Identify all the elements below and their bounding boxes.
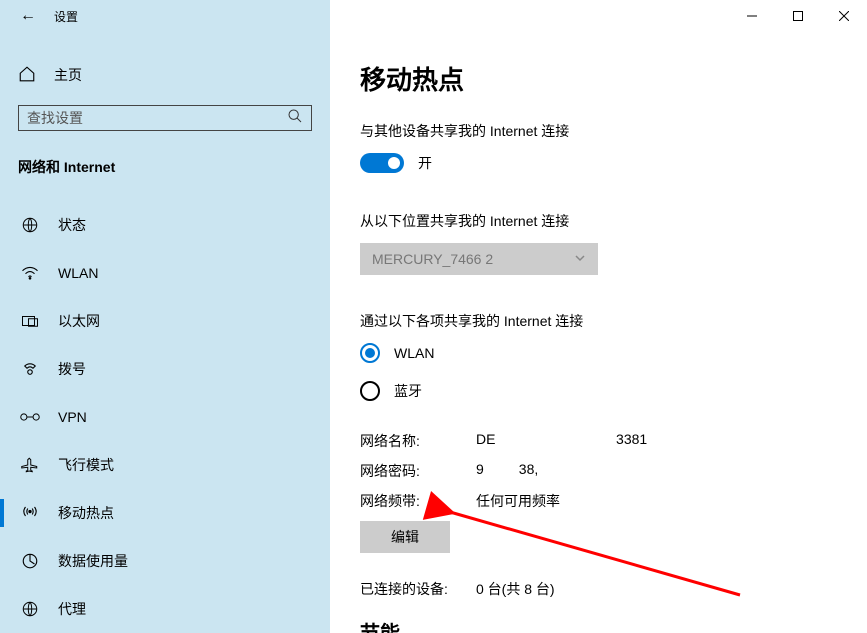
sidebar-item-label: 移动热点 xyxy=(58,503,114,523)
status-icon xyxy=(20,216,40,234)
search-icon xyxy=(287,108,303,127)
sidebar-item-label: 代理 xyxy=(58,599,86,619)
maximize-button[interactable] xyxy=(775,0,821,32)
airplane-icon xyxy=(20,456,40,474)
dialup-icon xyxy=(20,362,40,376)
sidebar-item-data[interactable]: 数据使用量 xyxy=(18,537,312,585)
search-box[interactable] xyxy=(18,105,312,131)
radio-option-wlan[interactable]: WLAN xyxy=(360,343,837,363)
via-label: 通过以下各项共享我的 Internet 连接 xyxy=(360,311,837,331)
home-icon xyxy=(18,65,36,86)
sidebar-item-label: 以太网 xyxy=(58,311,100,331)
from-label: 从以下位置共享我的 Internet 连接 xyxy=(360,211,837,231)
from-select[interactable]: MERCURY_7466 2 xyxy=(360,243,598,275)
radio-icon xyxy=(360,343,380,363)
content: 移动热点 与其他设备共享我的 Internet 连接 开 从以下位置共享我的 I… xyxy=(330,32,867,633)
info-row-password: 网络密码: 9 38, xyxy=(360,461,837,481)
window-title: 设置 xyxy=(54,8,78,25)
sidebar-item-status[interactable]: 状态 xyxy=(18,201,312,249)
page-title: 移动热点 xyxy=(360,60,837,97)
sidebar-item-wlan[interactable]: WLAN xyxy=(18,249,312,297)
radio-icon xyxy=(360,381,380,401)
ethernet-icon xyxy=(20,314,40,328)
nav: 状态 WLAN 以太网 拨号 VPN xyxy=(18,201,312,633)
section-title: 网络和 Internet xyxy=(18,157,312,177)
radio-label: 蓝牙 xyxy=(394,381,422,401)
toggle-state: 开 xyxy=(418,153,432,173)
sidebar-item-label: 拨号 xyxy=(58,359,86,379)
search-input[interactable] xyxy=(27,110,287,126)
home-row[interactable]: 主页 xyxy=(18,58,312,93)
sidebar-item-ethernet[interactable]: 以太网 xyxy=(18,297,312,345)
info-row-connected: 已连接的设备: 0 台(共 8 台) xyxy=(360,579,837,599)
share-label: 与其他设备共享我的 Internet 连接 xyxy=(360,121,837,141)
close-button[interactable] xyxy=(821,0,867,32)
radio-label: WLAN xyxy=(394,345,434,361)
data-icon xyxy=(20,552,40,570)
sidebar-item-airplane[interactable]: 飞行模式 xyxy=(18,441,312,489)
section-power: 节能 xyxy=(360,617,837,633)
info-row-name: 网络名称: DE 3381 xyxy=(360,431,837,451)
home-label: 主页 xyxy=(54,65,82,85)
sidebar-item-label: 状态 xyxy=(58,215,86,235)
minimize-button[interactable] xyxy=(729,0,775,32)
wifi-icon xyxy=(20,266,40,280)
hotspot-icon xyxy=(20,504,40,522)
sidebar: 主页 网络和 Internet 状态 WLAN xyxy=(0,32,330,633)
info-row-band: 网络频带: 任何可用频率 xyxy=(360,491,837,511)
proxy-icon xyxy=(20,600,40,618)
vpn-icon xyxy=(20,410,40,424)
share-toggle[interactable] xyxy=(360,153,404,173)
chevron-down-icon xyxy=(574,251,586,267)
sidebar-item-dialup[interactable]: 拨号 xyxy=(18,345,312,393)
sidebar-item-label: 数据使用量 xyxy=(58,551,128,571)
edit-button[interactable]: 编辑 xyxy=(360,521,450,553)
back-icon[interactable]: ← xyxy=(20,7,36,25)
sidebar-item-proxy[interactable]: 代理 xyxy=(18,585,312,633)
sidebar-item-label: VPN xyxy=(58,409,87,425)
radio-option-bluetooth[interactable]: 蓝牙 xyxy=(360,381,837,401)
sidebar-item-label: 飞行模式 xyxy=(58,455,114,475)
sidebar-item-vpn[interactable]: VPN xyxy=(18,393,312,441)
sidebar-item-hotspot[interactable]: 移动热点 xyxy=(18,489,312,537)
sidebar-item-label: WLAN xyxy=(58,265,98,281)
from-value: MERCURY_7466 2 xyxy=(372,251,493,267)
titlebar: ← 设置 xyxy=(0,0,867,32)
